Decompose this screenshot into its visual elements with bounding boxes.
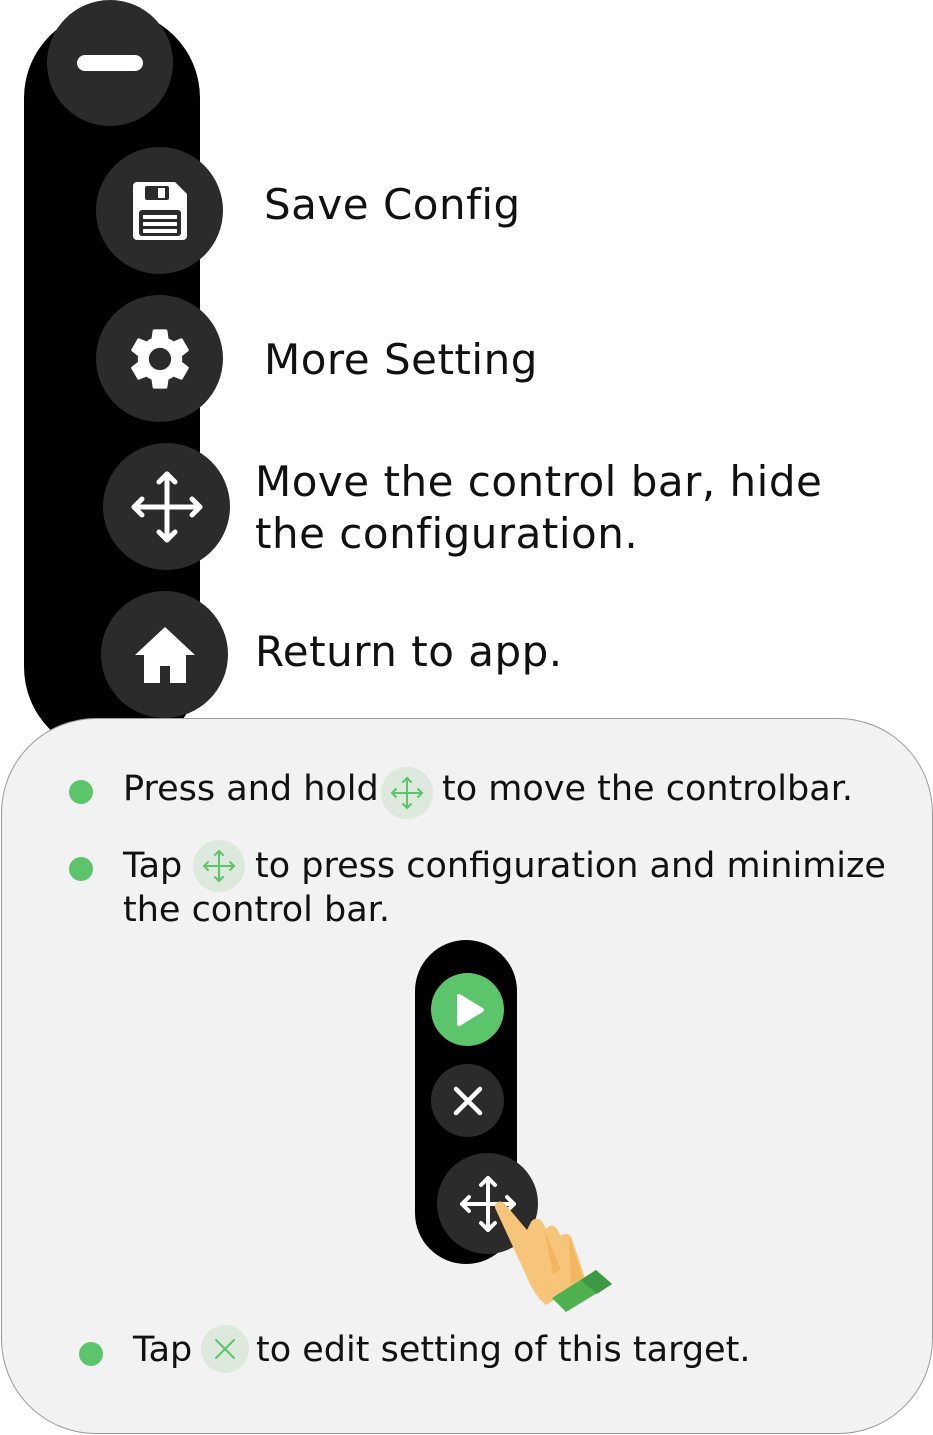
gear-icon (130, 328, 189, 389)
move-button[interactable] (103, 443, 230, 570)
more-setting-label: More Setting (264, 335, 538, 384)
instruction-2-line2: the control bar. (123, 890, 390, 930)
instruction-1-before: Press and hold (123, 769, 379, 809)
instruction-move-icon (193, 840, 245, 892)
move-icon (390, 776, 424, 810)
move-label-line2: the configuration. (255, 509, 639, 558)
move-icon (131, 471, 202, 542)
instruction-1-after: to move the controlbar. (442, 769, 853, 809)
close-icon (453, 1086, 482, 1115)
bullet (69, 780, 93, 804)
instruction-2-before: Tap (123, 846, 183, 886)
home-button[interactable] (101, 591, 228, 718)
move-label-line1: Move the control bar, hide (255, 457, 823, 506)
instruction-3-before: Tap (133, 1330, 193, 1370)
save-icon (132, 181, 187, 240)
bullet (69, 857, 93, 881)
play-button[interactable] (431, 973, 504, 1046)
more-setting-button[interactable] (96, 295, 223, 422)
return-label: Return to app. (255, 627, 563, 676)
play-icon (456, 993, 484, 1026)
minimize-button[interactable] (47, 0, 173, 126)
minus-icon (77, 55, 143, 71)
bullet (79, 1342, 103, 1366)
close-button[interactable] (431, 1064, 504, 1137)
instruction-move-icon (381, 767, 433, 819)
save-config-label: Save Config (264, 180, 521, 229)
hand-pointer-icon (494, 1201, 612, 1312)
instruction-3-after: to edit setting of this target. (256, 1330, 751, 1370)
move-icon (202, 849, 236, 883)
close-icon (215, 1339, 235, 1359)
instruction-close-icon (201, 1325, 249, 1373)
instruction-2-after: to press configuration and minimize (255, 846, 886, 886)
save-config-button[interactable] (96, 147, 223, 274)
home-icon (134, 626, 195, 683)
